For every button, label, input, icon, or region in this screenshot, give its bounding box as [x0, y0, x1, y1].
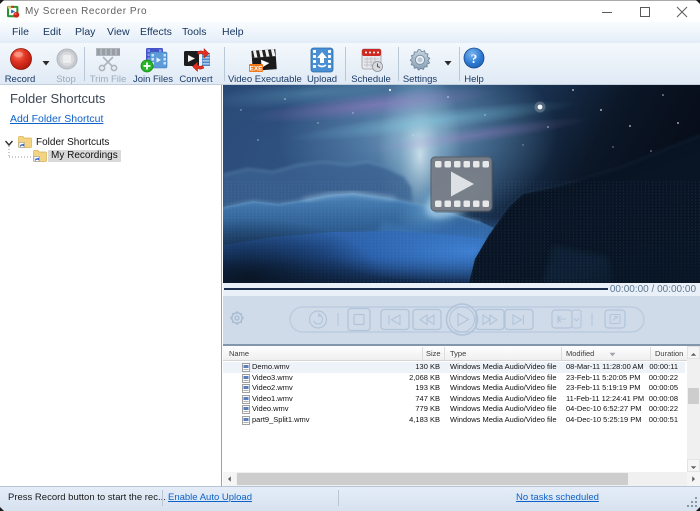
svg-text:EXE: EXE [249, 66, 263, 73]
svg-text:?: ? [471, 51, 478, 66]
